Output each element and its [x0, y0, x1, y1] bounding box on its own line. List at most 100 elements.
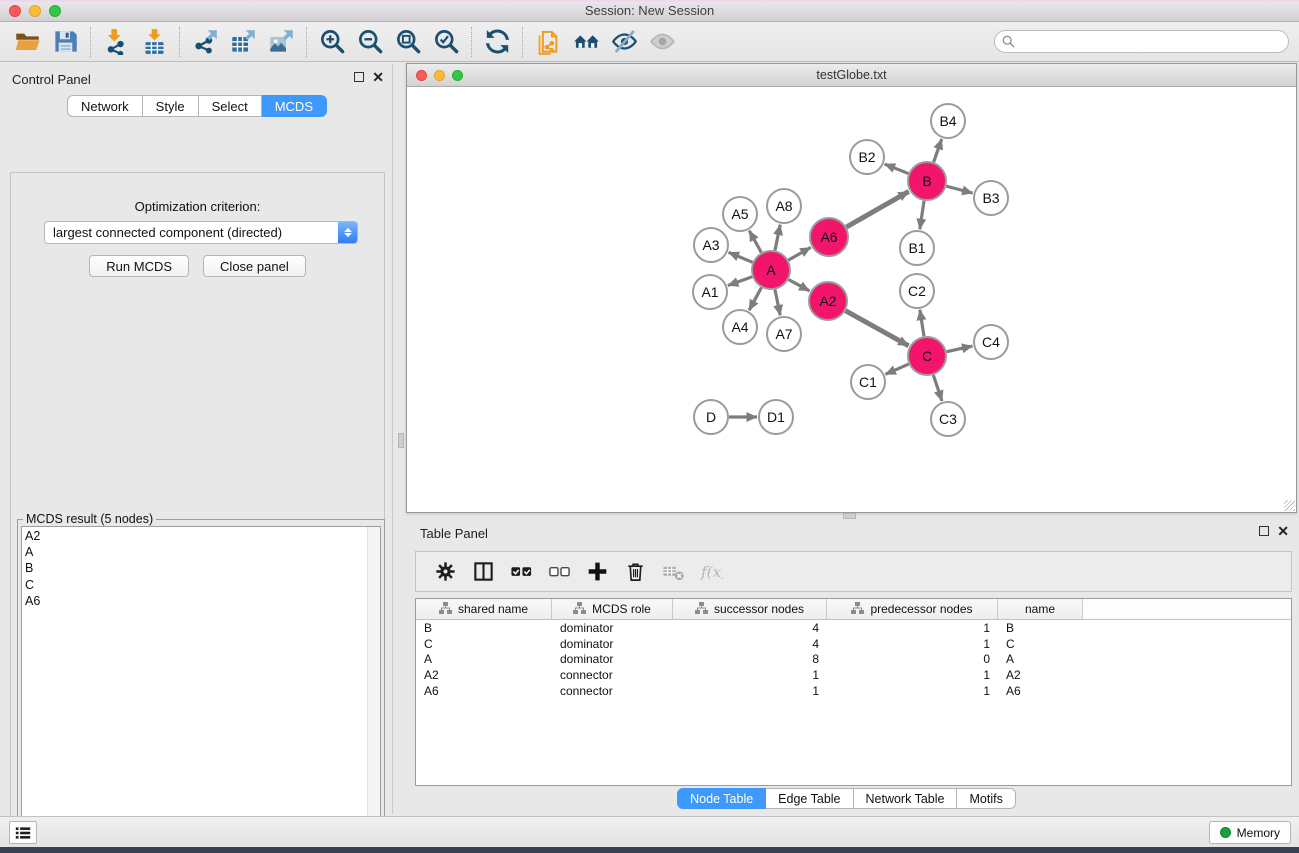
table-cell[interactable]: C [416, 637, 552, 651]
table-cell[interactable]: dominator [552, 652, 673, 666]
table-cell[interactable]: C [998, 637, 1083, 651]
network-from-selection-icon[interactable] [529, 25, 567, 59]
search-input[interactable] [994, 30, 1289, 53]
optimization-criterion-select[interactable]: largest connected component (directed) [44, 221, 358, 244]
table-cell[interactable]: 1 [827, 621, 998, 635]
table-panel-close-icon[interactable]: ✕ [1277, 526, 1289, 536]
table-cell[interactable]: 1 [827, 684, 998, 698]
table-cell[interactable]: dominator [552, 637, 673, 651]
graph-edge-c-c4[interactable] [947, 346, 973, 352]
graph-node-a7[interactable]: A7 [767, 317, 801, 351]
graph-node-b[interactable]: B [908, 162, 946, 200]
graph-edge-a-a5[interactable] [749, 231, 761, 253]
mcds-result-item[interactable]: B [25, 560, 380, 576]
graph-edge-a-a1[interactable] [728, 277, 752, 286]
zoom-fit-icon[interactable] [389, 25, 427, 59]
table-cell[interactable]: connector [552, 668, 673, 682]
table-cell[interactable]: 1 [827, 637, 998, 651]
tab-node-table[interactable]: Node Table [677, 788, 766, 809]
deselect-all-columns-icon[interactable] [540, 555, 578, 589]
table-cell[interactable]: B [998, 621, 1083, 635]
table-cell[interactable]: 4 [673, 637, 827, 651]
graph-node-c4[interactable]: C4 [974, 325, 1008, 359]
graph-node-a8[interactable]: A8 [767, 189, 801, 223]
mcds-result-item[interactable]: A2 [25, 528, 380, 544]
network-window-titlebar[interactable]: testGlobe.txt [407, 64, 1296, 87]
graph-edge-c-c1[interactable] [885, 364, 908, 374]
zoom-in-icon[interactable] [313, 25, 351, 59]
scrollbar-track[interactable] [367, 527, 380, 853]
column-header-name[interactable]: name [998, 599, 1083, 619]
table-cell[interactable]: A6 [416, 684, 552, 698]
graph-node-a[interactable]: A [752, 251, 790, 289]
table-cell[interactable]: 1 [673, 668, 827, 682]
network-canvas[interactable]: B4B2BB3A8A5A6A3B1AA1C2A2A4A7C4CC1C3DD1 [407, 87, 1296, 512]
graph-node-d[interactable]: D [694, 400, 728, 434]
table-cell[interactable]: A [998, 652, 1083, 666]
table-cell[interactable]: A [416, 652, 552, 666]
graph-edge-a6-b[interactable] [846, 191, 908, 227]
table-row[interactable]: A6connector11A6 [416, 683, 1291, 699]
task-history-button[interactable] [9, 821, 37, 844]
show-columns-icon[interactable] [464, 555, 502, 589]
table-cell[interactable]: dominator [552, 621, 673, 635]
tab-edge-table[interactable]: Edge Table [766, 788, 853, 809]
tab-motifs[interactable]: Motifs [957, 788, 1015, 809]
graph-node-a5[interactable]: A5 [723, 197, 757, 231]
tab-network-table[interactable]: Network Table [854, 788, 958, 809]
export-table-icon[interactable] [224, 25, 262, 59]
import-network-icon[interactable] [97, 25, 135, 59]
column-header-predecessor-nodes[interactable]: predecessor nodes [827, 599, 998, 619]
column-header-mcds-role[interactable]: MCDS role [552, 599, 673, 619]
mcds-result-list[interactable]: A2ABCA6 [21, 526, 381, 853]
graph-node-a4[interactable]: A4 [723, 310, 757, 344]
graph-node-c3[interactable]: C3 [931, 402, 965, 436]
save-session-icon[interactable] [46, 25, 84, 59]
open-session-icon[interactable] [8, 25, 46, 59]
splitter-handle-left[interactable] [398, 433, 404, 448]
table-options-gear-icon[interactable] [426, 555, 464, 589]
mcds-result-item[interactable]: A [25, 544, 380, 560]
table-row[interactable]: Adominator80A [416, 651, 1291, 667]
resize-grip-icon[interactable] [1284, 500, 1295, 511]
graph-node-a3[interactable]: A3 [694, 228, 728, 262]
graph-edge-a2-c[interactable] [845, 311, 908, 346]
graph-edge-c-c2[interactable] [920, 310, 924, 336]
tab-style[interactable]: Style [143, 95, 199, 117]
graph-node-c1[interactable]: C1 [851, 365, 885, 399]
run-mcds-button[interactable]: Run MCDS [89, 255, 189, 277]
table-cell[interactable]: 4 [673, 621, 827, 635]
mcds-result-item[interactable]: A6 [25, 593, 380, 609]
create-column-icon[interactable] [578, 555, 616, 589]
memory-button[interactable]: Memory [1209, 821, 1291, 844]
table-cell[interactable]: 8 [673, 652, 827, 666]
import-table-icon[interactable] [135, 25, 173, 59]
table-row[interactable]: Cdominator41C [416, 636, 1291, 652]
graph-node-a2[interactable]: A2 [809, 282, 847, 320]
graph-node-c2[interactable]: C2 [900, 274, 934, 308]
export-image-icon[interactable] [262, 25, 300, 59]
select-all-columns-icon[interactable] [502, 555, 540, 589]
graph-node-b2[interactable]: B2 [850, 140, 884, 174]
window-titlebar[interactable]: Session: New Session [0, 0, 1299, 22]
control-panel-float-icon[interactable] [354, 72, 364, 82]
table-cell[interactable]: B [416, 621, 552, 635]
graph-edge-b-b1[interactable] [920, 201, 924, 229]
tab-mcds[interactable]: MCDS [262, 95, 327, 117]
table-cell[interactable]: 1 [673, 684, 827, 698]
graph-node-d1[interactable]: D1 [759, 400, 793, 434]
hide-selected-icon[interactable] [605, 25, 643, 59]
tab-select[interactable]: Select [199, 95, 262, 117]
table-cell[interactable]: A6 [998, 684, 1083, 698]
column-header-shared-name[interactable]: shared name [416, 599, 552, 619]
graph-node-a1[interactable]: A1 [693, 275, 727, 309]
table-panel-float-icon[interactable] [1259, 526, 1269, 536]
graph-edge-b-b2[interactable] [885, 164, 909, 174]
graph-edge-a-a3[interactable] [729, 252, 753, 262]
column-header-successor-nodes[interactable]: successor nodes [673, 599, 827, 619]
first-neighbors-icon[interactable] [567, 25, 605, 59]
graph-edge-b-b4[interactable] [934, 139, 942, 162]
table-cell[interactable]: A2 [416, 668, 552, 682]
table-row[interactable]: A2connector11A2 [416, 667, 1291, 683]
graph-node-b4[interactable]: B4 [931, 104, 965, 138]
